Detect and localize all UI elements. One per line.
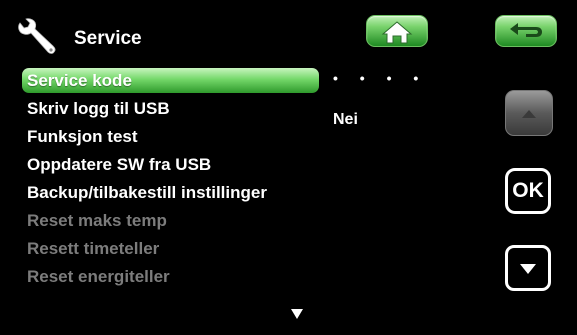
chevron-down-icon <box>520 264 536 274</box>
menu-item[interactable]: Funksjon test <box>22 124 322 149</box>
menu-item[interactable]: Oppdatere SW fra USB <box>22 152 322 177</box>
home-icon <box>381 21 413 44</box>
menu-item: Reset energiteller <box>27 267 170 286</box>
menu-item: Resett timeteller <box>27 239 160 258</box>
header: Service <box>0 0 577 62</box>
usb-log-value: Nei <box>333 111 358 128</box>
menu-item: Reset maks temp <box>27 211 167 230</box>
page-title: Service <box>74 28 142 49</box>
service-code-value: • • • • <box>333 70 428 86</box>
back-arrow-icon <box>510 23 542 37</box>
scroll-more-down-icon <box>291 309 303 319</box>
home-button[interactable] <box>366 15 428 47</box>
chevron-up-icon <box>522 110 536 118</box>
scroll-down-button[interactable] <box>505 245 551 291</box>
service-menu: Service kode Skriv logg til USB Funksjon t… <box>22 68 322 292</box>
ok-button[interactable]: OK <box>505 168 551 214</box>
service-screen: Service Service kode Skriv logg til USB Fu… <box>0 0 577 335</box>
menu-item[interactable]: Backup/tilbakestill instillinger <box>22 180 322 205</box>
menu-item[interactable]: Skriv logg til USB <box>22 96 322 121</box>
wrench-icon <box>18 18 56 54</box>
back-button[interactable] <box>495 15 557 47</box>
menu-item[interactable]: Service kode <box>22 68 319 93</box>
scroll-up-button[interactable] <box>505 90 553 136</box>
